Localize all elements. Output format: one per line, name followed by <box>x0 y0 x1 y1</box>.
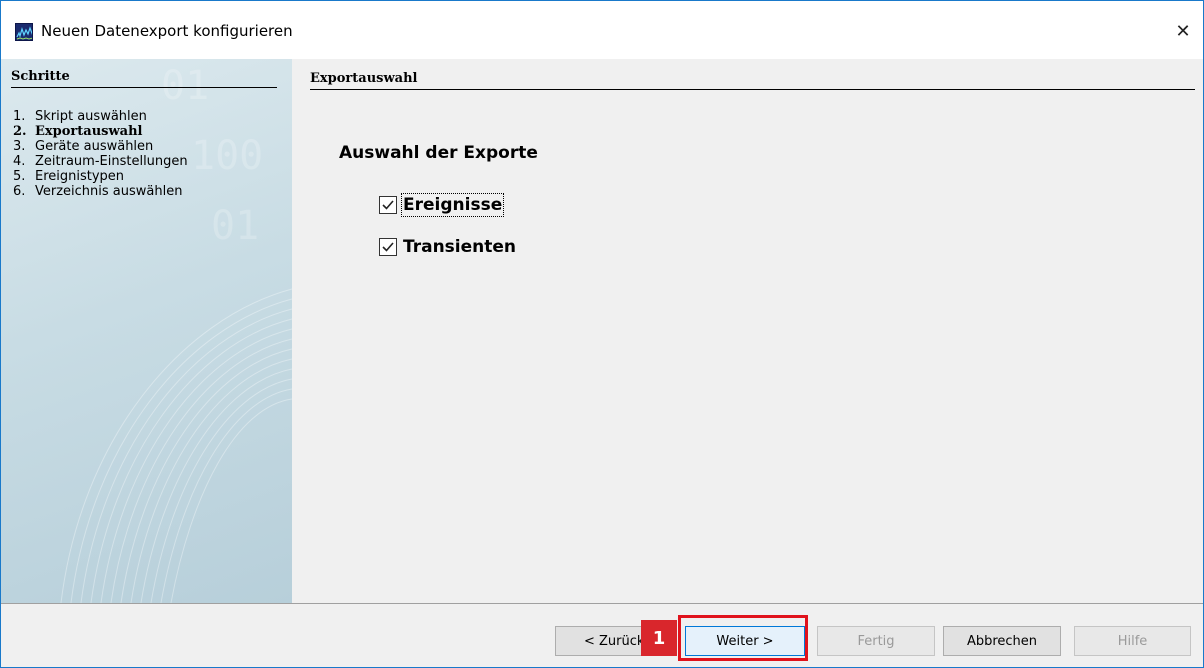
checkbox-box[interactable] <box>379 238 397 256</box>
checkbox-label: Transienten <box>403 237 517 257</box>
cancel-button[interactable]: Abbrechen <box>943 626 1061 656</box>
svg-text:100: 100 <box>191 133 263 179</box>
help-button: Hilfe <box>1074 626 1191 656</box>
step-item: 5. Ereignistypen <box>13 169 125 184</box>
checkbox-transienten[interactable]: Transienten <box>379 237 516 257</box>
step-item: 6. Verzeichnis auswählen <box>13 184 183 199</box>
step-item: 3. Geräte auswählen <box>13 139 154 154</box>
steps-heading: Schritte <box>11 69 277 88</box>
step-item: 4. Zeitraum-Einstellungen <box>13 154 188 169</box>
button-bar: < Zurück Weiter > Fertig Abbrechen Hilfe <box>1 603 1203 667</box>
checkbox-ereignisse[interactable]: Ereignisse <box>379 193 505 217</box>
steps-sidebar: 01 100 01 Schritte 1. Skript auswählen 2.… <box>1 59 292 603</box>
group-heading: Auswahl der Exporte <box>339 143 538 163</box>
checkbox-box[interactable] <box>379 196 397 214</box>
dialog-window: Neuen Datenexport konfigurieren ✕ 01 100… <box>0 0 1204 668</box>
title-bar: Neuen Datenexport konfigurieren ✕ <box>1 1 1203 59</box>
annotation-highlight-box <box>678 615 808 661</box>
close-icon: ✕ <box>1175 20 1191 42</box>
checkmark-icon <box>382 242 394 252</box>
annotation-step-badge: 1 <box>641 620 677 656</box>
finish-button: Fertig <box>817 626 935 656</box>
section-title: Exportauswahl <box>310 71 1195 90</box>
step-item: 1. Skript auswählen <box>13 109 147 124</box>
app-logo-icon <box>15 23 33 41</box>
checkbox-label: Ereignisse <box>400 193 505 217</box>
close-button[interactable]: ✕ <box>1163 13 1203 49</box>
step-item-active: 2. Exportauswahl <box>13 124 143 139</box>
checkmark-icon <box>382 200 394 210</box>
svg-text:01: 01 <box>211 203 259 249</box>
window-title: Neuen Datenexport konfigurieren <box>41 22 293 40</box>
steps-list: 1. Skript auswählen 2. Exportauswahl 3. Ger… <box>13 109 188 199</box>
main-panel: Exportauswahl Auswahl der Exporte Ereign… <box>292 59 1203 603</box>
